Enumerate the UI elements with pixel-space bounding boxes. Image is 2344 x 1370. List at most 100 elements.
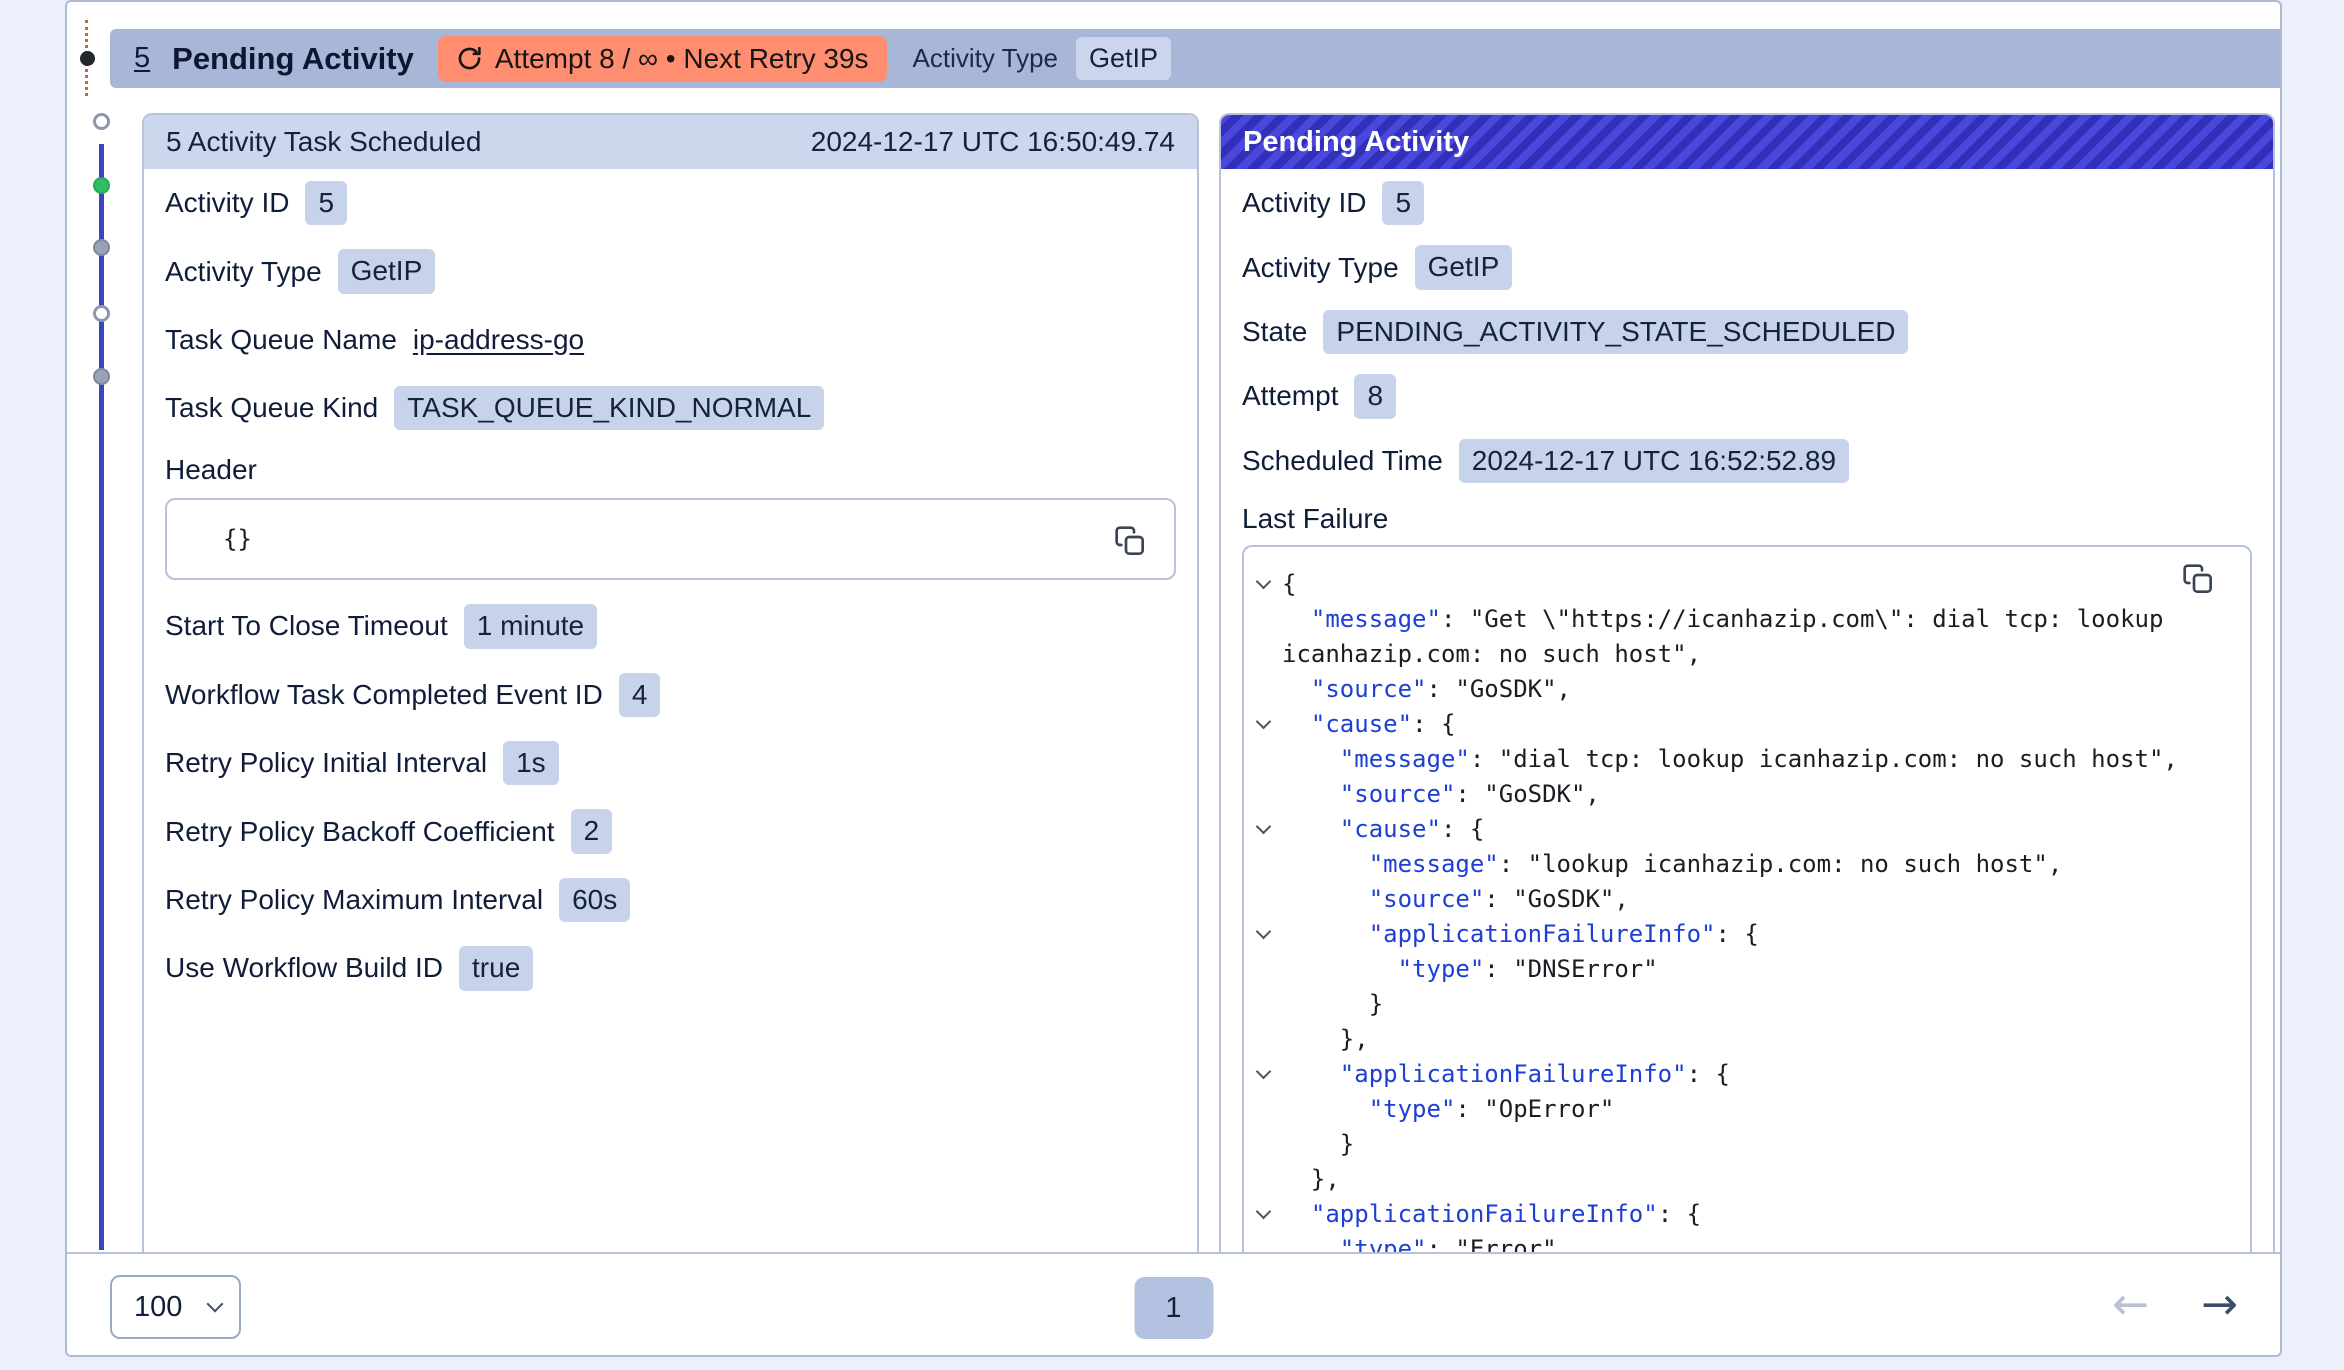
chevron-down-icon — [207, 1296, 224, 1313]
code-text: "source": "GoSDK", — [1282, 885, 1629, 913]
field-label: Retry Policy Maximum Interval — [165, 884, 543, 916]
copy-header-button[interactable] — [1114, 525, 1146, 557]
event-detail-timestamp: 2024-12-17 UTC 16:50:49.74 — [811, 126, 1175, 158]
field-row-state: State PENDING_ACTIVITY_STATE_SCHEDULED — [1242, 310, 2252, 354]
code-text: "type": "OpError" — [1282, 1095, 1614, 1123]
field-row-retry-backoff: Retry Policy Backoff Coefficient 2 — [165, 809, 1176, 853]
field-label: Activity ID — [165, 187, 289, 219]
last-failure-block: { "message": "Get \"https://icanhazip.co… — [1242, 545, 2252, 1252]
field-value-badge: 2024-12-17 UTC 16:52:52.89 — [1459, 439, 1849, 483]
field-value-badge: 8 — [1354, 374, 1396, 418]
next-page-arrow-icon[interactable]: → — [2201, 1279, 2238, 1330]
code-text: "source": "GoSDK", — [1282, 675, 1571, 703]
pagination-bar: 100 1 ← → — [67, 1252, 2280, 1355]
code-text: "message": "lookup icanhazip.com: no suc… — [1282, 850, 2062, 878]
copy-icon — [1114, 525, 1146, 557]
field-row-activity-id: Activity ID 5 — [1242, 181, 2252, 225]
pending-activity-panel: Pending Activity Activity ID 5 Activity … — [1219, 113, 2275, 1252]
code-text: "message": "Get \"https://icanhazip.com\… — [1282, 605, 2178, 668]
code-line: "applicationFailureInfo": { — [1282, 917, 2210, 952]
retry-refresh-icon — [456, 45, 483, 72]
code-line: "applicationFailureInfo": { — [1282, 1057, 2210, 1092]
collapse-chevron-icon[interactable] — [1256, 715, 1271, 730]
timeline-dot-success — [93, 177, 110, 194]
event-id-link[interactable]: 5 — [134, 42, 150, 75]
retry-badge: Attempt 8 / ∞ • Next Retry 39s — [438, 36, 887, 82]
copy-icon — [2182, 563, 2214, 595]
code-text: } — [1282, 990, 1383, 1018]
field-value-badge: 1 minute — [464, 604, 597, 648]
timeline-dot-hollow — [93, 305, 110, 322]
field-row-activity-id: Activity ID 5 — [165, 181, 1176, 225]
field-label: State — [1242, 316, 1307, 348]
collapse-chevron-icon[interactable] — [1256, 925, 1271, 940]
copy-failure-button[interactable] — [2182, 563, 2214, 595]
code-text: "type": "Error" — [1282, 1235, 1557, 1252]
code-line: } — [1282, 987, 2210, 1022]
timeline-dot-neutral — [93, 368, 110, 385]
code-text: }, — [1282, 1165, 1340, 1193]
field-value-badge: 60s — [559, 878, 630, 922]
code-line: "message": "dial tcp: lookup icanhazip.c… — [1282, 742, 2210, 777]
field-row-use-build-id: Use Workflow Build ID true — [165, 946, 1176, 990]
task-queue-link[interactable]: ip-address-go — [413, 324, 584, 356]
field-label: Scheduled Time — [1242, 445, 1443, 477]
code-text: "applicationFailureInfo": { — [1282, 1060, 1730, 1088]
code-line: "type": "DNSError" — [1282, 952, 2210, 987]
field-label: Activity ID — [1242, 187, 1366, 219]
field-row-retry-max-interval: Retry Policy Maximum Interval 60s — [165, 878, 1176, 922]
code-text: "applicationFailureInfo": { — [1282, 920, 1759, 948]
code-text: "message": "dial tcp: lookup icanhazip.c… — [1282, 745, 2178, 773]
field-label: Retry Policy Initial Interval — [165, 747, 487, 779]
field-value-badge: GetIP — [1415, 245, 1513, 289]
field-label: Task Queue Name — [165, 324, 397, 356]
field-value-badge: GetIP — [338, 249, 436, 293]
field-value-badge: 4 — [619, 673, 661, 717]
code-line: "source": "GoSDK", — [1282, 882, 2210, 917]
event-detail-panel: 5 Activity Task Scheduled 2024-12-17 UTC… — [142, 113, 1199, 1252]
activity-type-badge: GetIP — [1076, 37, 1171, 80]
field-row-start-to-close: Start To Close Timeout 1 minute — [165, 604, 1176, 648]
field-value-badge: 2 — [571, 809, 613, 853]
code-text: } — [1282, 1130, 1354, 1158]
collapse-chevron-icon[interactable] — [1256, 1205, 1271, 1220]
collapse-chevron-icon[interactable] — [1256, 820, 1271, 835]
code-line: }, — [1282, 1022, 2210, 1057]
pending-activity-header: Pending Activity — [1221, 115, 2273, 169]
collapse-chevron-icon[interactable] — [1256, 1065, 1271, 1080]
code-line: "type": "Error" — [1282, 1232, 2210, 1252]
collapse-chevron-icon[interactable] — [1256, 575, 1271, 590]
code-text: { — [1282, 570, 1296, 598]
field-value-badge: true — [459, 946, 533, 990]
page-size-select[interactable]: 100 — [110, 1275, 241, 1339]
code-line: "cause": { — [1282, 812, 2210, 847]
code-line: { — [1282, 567, 2210, 602]
page-size-value: 100 — [134, 1291, 182, 1324]
timeline-dot-hollow — [93, 113, 110, 130]
code-text: "type": "DNSError" — [1282, 955, 1658, 983]
code-text: "cause": { — [1282, 710, 1455, 738]
code-line: "message": "Get \"https://icanhazip.com\… — [1282, 602, 2210, 672]
code-line: "cause": { — [1282, 707, 2210, 742]
event-history-card: 5 Pending Activity Attempt 8 / ∞ • Next … — [65, 0, 2282, 1357]
last-failure-code[interactable]: { "message": "Get \"https://icanhazip.co… — [1244, 547, 2250, 1252]
pending-activity-title: Pending Activity — [1243, 126, 1469, 159]
field-row-activity-type: Activity Type GetIP — [165, 249, 1176, 293]
code-line: "applicationFailureInfo": { — [1282, 1197, 2210, 1232]
retry-badge-text: Attempt 8 / ∞ • Next Retry 39s — [495, 43, 869, 75]
code-text: "cause": { — [1282, 815, 1484, 843]
code-text: "applicationFailureInfo": { — [1282, 1200, 1701, 1228]
event-header-bar[interactable]: 5 Pending Activity Attempt 8 / ∞ • Next … — [110, 29, 2280, 88]
current-page-button[interactable]: 1 — [1134, 1277, 1213, 1339]
previous-page-arrow-icon[interactable]: ← — [2112, 1279, 2149, 1330]
timeline-dot-neutral — [93, 239, 110, 256]
activity-type-label: Activity Type — [913, 43, 1058, 74]
code-line: } — [1282, 1127, 2210, 1162]
field-row-activity-type: Activity Type GetIP — [1242, 245, 2252, 289]
code-text: }, — [1282, 1025, 1369, 1053]
field-row-task-queue-kind: Task Queue Kind TASK_QUEUE_KIND_NORMAL — [165, 386, 1176, 430]
event-title: Pending Activity — [172, 41, 414, 77]
code-line: "type": "OpError" — [1282, 1092, 2210, 1127]
field-label: Activity Type — [1242, 252, 1399, 284]
field-label: Start To Close Timeout — [165, 610, 448, 642]
